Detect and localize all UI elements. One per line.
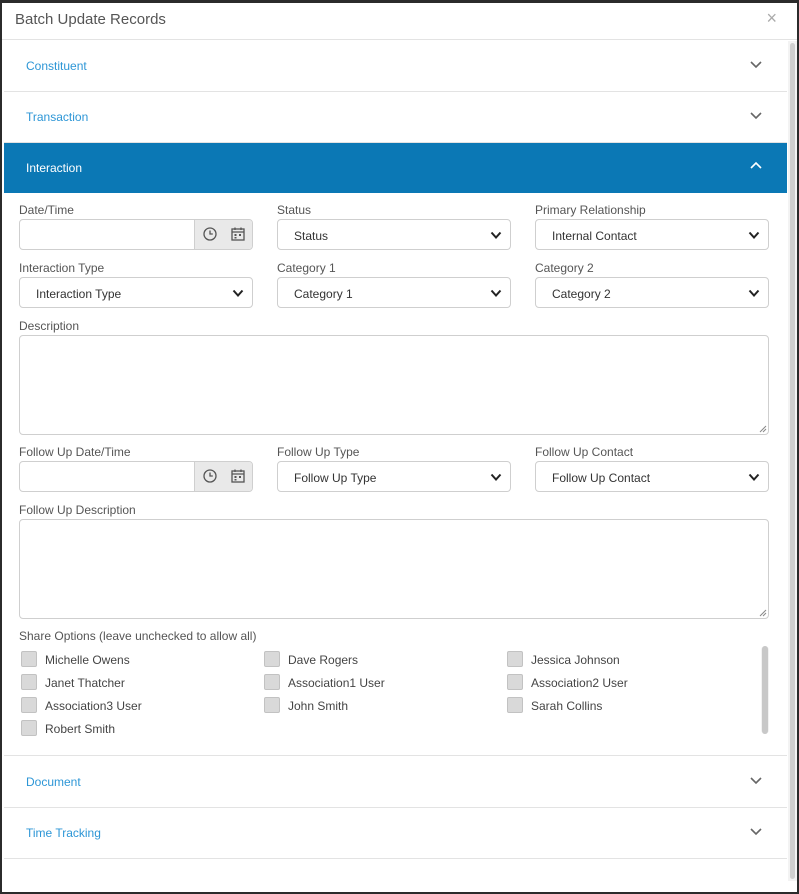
section-transaction-header[interactable]: Transaction xyxy=(4,92,787,142)
primary-relationship-label: Primary Relationship xyxy=(535,203,646,217)
select-caret-icon xyxy=(490,289,502,297)
checkbox[interactable] xyxy=(264,697,280,713)
category1-select-value: Category 1 xyxy=(294,287,353,301)
chevron-down-icon xyxy=(750,828,762,836)
share-user-name: Sarah Collins xyxy=(531,699,603,713)
category2-select-value: Category 2 xyxy=(552,287,611,301)
dialog-title-bar: Batch Update Records × xyxy=(2,3,797,40)
status-label: Status xyxy=(277,203,312,217)
checkbox[interactable] xyxy=(507,651,523,667)
select-caret-icon xyxy=(232,289,244,297)
section-constituent: Constituent xyxy=(4,41,787,92)
chevron-down-icon xyxy=(750,61,762,69)
section-interaction-label: Interaction xyxy=(26,161,83,175)
dialog-title: Batch Update Records xyxy=(15,11,166,28)
follow-up-date-time-addon xyxy=(194,462,252,491)
checkbox[interactable] xyxy=(507,674,523,690)
checkbox[interactable] xyxy=(21,651,37,667)
category1-label: Category 1 xyxy=(277,261,336,275)
follow-up-description-textarea[interactable] xyxy=(19,519,769,619)
follow-up-description-label: Follow Up Description xyxy=(19,503,136,517)
checkbox[interactable] xyxy=(264,674,280,690)
select-caret-icon xyxy=(748,289,760,297)
interaction-type-label: Interaction Type xyxy=(19,261,105,275)
follow-up-contact-select-value: Follow Up Contact xyxy=(552,471,651,485)
resize-grip-icon[interactable] xyxy=(758,608,767,617)
chevron-down-icon xyxy=(750,777,762,785)
follow-up-type-select-value: Follow Up Type xyxy=(294,471,377,485)
section-constituent-header[interactable]: Constituent xyxy=(4,41,787,91)
batch-update-dialog: Batch Update Records × Constituent Trans… xyxy=(0,0,799,894)
date-time-input[interactable] xyxy=(19,219,253,250)
dialog-body: Constituent Transaction Interaction Date… xyxy=(2,41,797,891)
share-user-name: Dave Rogers xyxy=(288,653,359,667)
date-time-addon xyxy=(194,220,252,249)
calendar-icon[interactable] xyxy=(230,468,246,484)
section-transaction: Transaction xyxy=(4,92,787,143)
description-textarea[interactable] xyxy=(19,335,769,435)
share-user-name: Michelle Owens xyxy=(45,653,130,667)
category2-select[interactable]: Category 2 xyxy=(535,277,769,308)
section-time-tracking-label: Time Tracking xyxy=(26,826,101,840)
checkbox[interactable] xyxy=(507,697,523,713)
follow-up-type-label: Follow Up Type xyxy=(277,445,360,459)
share-user-name: Association1 User xyxy=(288,676,385,690)
category1-select[interactable]: Category 1 xyxy=(277,277,511,308)
follow-up-contact-label: Follow Up Contact xyxy=(535,445,634,459)
section-interaction: Interaction Date/Time Status Status Prim… xyxy=(4,143,787,756)
section-time-tracking: Time Tracking xyxy=(4,808,787,859)
share-options-scrollbar[interactable] xyxy=(761,646,769,734)
checkbox[interactable] xyxy=(264,651,280,667)
clock-icon[interactable] xyxy=(202,468,218,484)
share-user-name: Jessica Johnson xyxy=(531,653,620,667)
status-select-value: Status xyxy=(294,229,329,243)
dialog-scrollbar-thumb[interactable] xyxy=(790,43,795,879)
select-caret-icon xyxy=(490,473,502,481)
primary-relationship-select-value: Internal Contact xyxy=(552,229,637,243)
select-caret-icon xyxy=(748,231,760,239)
share-options-label: Share Options (leave unchecked to allow … xyxy=(19,629,257,643)
follow-up-type-select[interactable]: Follow Up Type xyxy=(277,461,511,492)
select-caret-icon xyxy=(490,231,502,239)
share-user-name: Janet Thatcher xyxy=(45,676,125,690)
follow-up-contact-select[interactable]: Follow Up Contact xyxy=(535,461,769,492)
description-label: Description xyxy=(19,319,80,333)
section-document-label: Document xyxy=(26,775,81,789)
checkbox[interactable] xyxy=(21,674,37,690)
category2-label: Category 2 xyxy=(535,261,594,275)
follow-up-date-time-input[interactable] xyxy=(19,461,253,492)
select-caret-icon xyxy=(748,473,760,481)
section-constituent-label: Constituent xyxy=(26,59,87,73)
share-user-name: Association3 User xyxy=(45,699,142,713)
checkbox[interactable] xyxy=(21,697,37,713)
interaction-type-select-value: Interaction Type xyxy=(36,287,122,301)
section-interaction-header[interactable]: Interaction xyxy=(4,143,787,193)
section-document-header[interactable]: Document xyxy=(4,757,787,807)
interaction-type-select[interactable]: Interaction Type xyxy=(19,277,253,308)
share-user-name: John Smith xyxy=(288,699,349,713)
section-transaction-label: Transaction xyxy=(26,110,89,124)
section-document: Document xyxy=(4,757,787,808)
status-select[interactable]: Status xyxy=(277,219,511,250)
primary-relationship-select[interactable]: Internal Contact xyxy=(535,219,769,250)
clock-icon[interactable] xyxy=(202,226,218,242)
dialog-scrollbar[interactable] xyxy=(788,41,797,881)
calendar-icon[interactable] xyxy=(230,226,246,242)
share-user-name: Association2 User xyxy=(531,676,628,690)
close-icon[interactable]: × xyxy=(766,9,777,27)
share-user-name: Robert Smith xyxy=(45,722,116,736)
chevron-up-icon xyxy=(750,161,762,169)
section-time-tracking-header[interactable]: Time Tracking xyxy=(4,808,787,858)
share-options-scrollbar-thumb[interactable] xyxy=(762,646,768,734)
date-time-label: Date/Time xyxy=(19,203,74,217)
follow-up-date-time-label: Follow Up Date/Time xyxy=(19,445,131,459)
resize-grip-icon[interactable] xyxy=(758,424,767,433)
chevron-down-icon xyxy=(750,112,762,120)
checkbox[interactable] xyxy=(21,720,37,736)
